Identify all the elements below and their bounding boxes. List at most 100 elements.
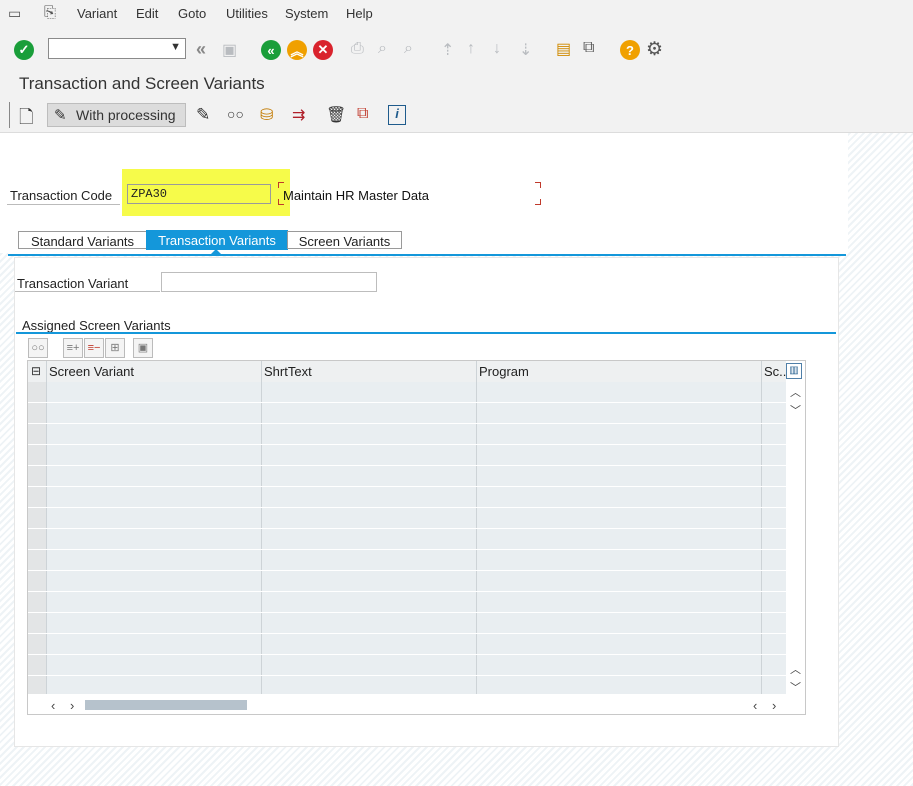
transaction-variant-label: Transaction Variant — [17, 276, 129, 291]
bracket-icon — [278, 182, 284, 188]
help-icon[interactable]: ? — [620, 40, 640, 60]
row-selector-column[interactable] — [28, 382, 46, 694]
last-page-icon: ⇣ — [519, 42, 533, 59]
tab-standard-variants[interactable]: Standard Variants — [18, 231, 147, 249]
table-body — [47, 382, 786, 694]
menu-goto[interactable]: Goto — [178, 6, 206, 21]
edit-icon[interactable]: ✎ — [196, 105, 210, 125]
scroll-down-icon[interactable]: ﹀ — [790, 679, 801, 695]
next-page-icon: ↓ — [493, 40, 501, 57]
with-processing-button[interactable]: ✎ With processing — [47, 103, 186, 127]
group-title: Assigned Screen Variants — [22, 318, 171, 333]
table-menu-icon[interactable]: ⊟ — [31, 364, 41, 378]
menu-icon[interactable]: ▭ — [8, 5, 21, 22]
tab-transaction-variants[interactable]: Transaction Variants — [146, 230, 288, 250]
table-row[interactable] — [28, 528, 786, 529]
table-row[interactable] — [28, 654, 786, 655]
select-all-icon[interactable]: ⊞ — [105, 338, 125, 358]
delete-icon[interactable]: 🗑 — [326, 105, 346, 125]
transaction-variant-field[interactable] — [161, 272, 377, 292]
tab-indicator — [211, 249, 221, 254]
display-icon[interactable]: ○○ — [227, 106, 244, 122]
menu-edit[interactable]: Edit — [136, 6, 158, 21]
scroll-left-icon[interactable]: ‹ — [753, 698, 757, 713]
insert-row-icon: ≡+ — [63, 338, 83, 358]
table-row[interactable] — [28, 612, 786, 613]
menu-utilities[interactable]: Utilities — [226, 6, 268, 21]
new-document-icon[interactable]: 🗋 — [19, 105, 33, 135]
table-row[interactable] — [28, 402, 786, 403]
transaction-code-description: Maintain HR Master Data — [283, 188, 429, 203]
tab-screen-variants[interactable]: Screen Variants — [287, 231, 402, 249]
print-icon: ⎙ — [351, 40, 364, 57]
menu-system[interactable]: System — [285, 6, 328, 21]
enter-icon[interactable]: ✓ — [14, 40, 34, 60]
scroll-right-icon[interactable]: › — [772, 698, 776, 713]
application-toolbar: 🗋 ✎ With processing ✎ ○○ ⛁ ⇉ 🗑 ⧉ i — [0, 100, 913, 133]
column-settings-icon[interactable]: ▥ — [786, 363, 802, 379]
table-row[interactable] — [28, 591, 786, 592]
scroll-right-icon[interactable]: › — [70, 698, 74, 713]
first-page-icon: ⇡ — [441, 42, 455, 59]
transaction-code-field[interactable]: ZPA30 — [127, 184, 271, 204]
column-header-shrttext[interactable]: ShrtText — [264, 364, 312, 379]
table-row[interactable] — [28, 465, 786, 466]
tab-underline — [8, 254, 846, 256]
shortcut-icon[interactable]: ⧉ — [583, 39, 594, 57]
group-underline — [16, 332, 836, 334]
find-icon: ⌕ — [378, 40, 387, 57]
vertical-scrollbar[interactable] — [786, 382, 805, 694]
table-row[interactable] — [28, 633, 786, 634]
info-icon[interactable]: i — [388, 105, 406, 125]
copy-icon[interactable]: ⧉ — [357, 105, 368, 123]
table-row[interactable] — [28, 549, 786, 550]
move-icon[interactable]: ⇉ — [292, 105, 305, 125]
delete-row-icon: ≡− — [84, 338, 104, 358]
column-header-program[interactable]: Program — [479, 364, 529, 379]
cancel-icon[interactable]: ✕ — [313, 40, 333, 60]
bracket-icon — [278, 199, 284, 205]
table-row[interactable] — [28, 675, 786, 676]
label-underline — [7, 204, 120, 205]
scroll-up-icon[interactable]: ︿ — [790, 384, 801, 400]
exit-icon[interactable]: ︽ — [287, 40, 307, 60]
display-icon[interactable]: ○○ — [28, 338, 48, 358]
command-field[interactable]: ▼ — [48, 38, 186, 59]
bracket-icon — [535, 182, 541, 188]
label-underline — [15, 291, 160, 292]
create-session-icon[interactable]: ▤ — [556, 39, 571, 59]
scroll-up-icon[interactable]: ︿ — [790, 661, 801, 677]
page-title: Transaction and Screen Variants — [19, 74, 265, 93]
scroll-left-icon[interactable]: ‹ — [51, 698, 55, 713]
table-row[interactable] — [28, 570, 786, 571]
back-icon[interactable]: « — [261, 40, 281, 60]
table-row[interactable] — [28, 444, 786, 445]
column-header-screen-variant[interactable]: Screen Variant — [49, 364, 134, 379]
bracket-icon — [535, 199, 541, 205]
table-row[interactable] — [28, 423, 786, 424]
table-header — [28, 361, 786, 383]
pencil-icon: ✎ — [54, 107, 67, 124]
menu-customize-icon[interactable]: ⎘ — [44, 4, 56, 21]
toolbar-separator — [9, 102, 10, 128]
settings-icon[interactable]: ⚙ — [646, 38, 663, 61]
menu-help[interactable]: Help — [346, 6, 373, 21]
save-icon: ▣ — [133, 338, 153, 358]
double-left-icon[interactable]: « — [196, 39, 206, 60]
menu-variant[interactable]: Variant — [77, 6, 117, 21]
transaction-code-label: Transaction Code — [10, 188, 113, 203]
title-bar: Transaction and Screen Variants — [0, 70, 913, 100]
table-row[interactable] — [28, 486, 786, 487]
prev-page-icon: ↑ — [467, 40, 475, 57]
save-icon: ▣ — [222, 42, 238, 59]
find-next-icon: ⌕ — [404, 40, 413, 57]
with-processing-label: With processing — [76, 107, 176, 123]
column-header-screen[interactable]: Sc.. — [764, 364, 786, 379]
scroll-thumb[interactable] — [85, 700, 247, 710]
chevron-down-icon[interactable]: ▼ — [170, 41, 181, 53]
transport-icon[interactable]: ⛁ — [260, 105, 273, 125]
scroll-down-icon[interactable]: ﹀ — [790, 402, 801, 418]
menu-bar: ▭ ⎘ Variant Edit Goto Utilities System H… — [0, 0, 913, 30]
standard-toolbar: ✓ ▼ « ▣ « ︽ ✕ ⎙ ⌕ ⌕ ⇡ ↑ ↓ ⇣ ▤ ⧉ ? ⚙ — [0, 30, 913, 70]
table-row[interactable] — [28, 507, 786, 508]
